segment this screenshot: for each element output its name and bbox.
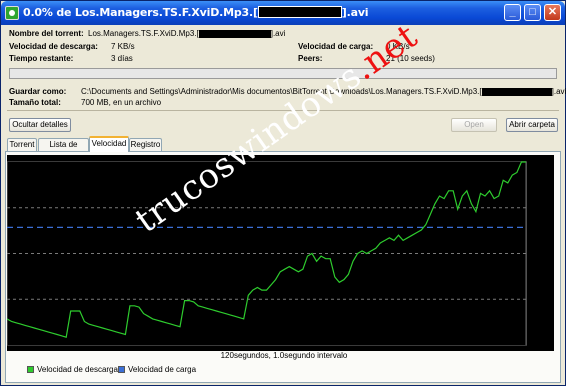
save-as-label: Guardar como:: [9, 87, 67, 96]
speed-chart: [7, 155, 554, 351]
download-progress-bar: [9, 68, 557, 79]
bittorrent-icon: [5, 6, 19, 20]
open-button[interactable]: Open: [451, 118, 497, 132]
speed-chart-svg: [7, 161, 527, 346]
hide-details-button[interactable]: Ocultar detalles: [9, 118, 71, 132]
torrent-name-label: Nombre del torrent:: [9, 29, 84, 38]
time-left-value: 3 días: [111, 54, 133, 63]
torrent-window: 0.0% de Los.Managers.TS.F.XviD.Mp3.[].av…: [0, 0, 566, 386]
tab-peer-list[interactable]: Lista de peers: [38, 138, 89, 161]
y-min-label: 0 KB/s: [529, 340, 550, 347]
chart-caption: 120segundos, 1.0segundo intervalo: [220, 351, 348, 360]
total-size-value: 700 MB, en un archivo: [81, 98, 162, 107]
download-swatch: [27, 366, 34, 373]
total-size-label: Tamaño total:: [9, 98, 61, 107]
legend-upload: Velocidad de carga: [118, 365, 196, 374]
torrent-name-value: Los.Managers.TS.F.XviD.Mp3.[].avi: [88, 29, 286, 38]
tab-speed[interactable]: Velocidad: [89, 136, 129, 152]
tab-torrent[interactable]: Torrent: [7, 138, 37, 151]
legend-download: Velocidad de descarga: [27, 365, 118, 374]
redacted-block: [257, 6, 342, 18]
close-button[interactable]: ✕: [544, 4, 561, 21]
window-title: 0.0% de Los.Managers.TS.F.XviD.Mp3.[].av…: [23, 6, 369, 19]
series-download-line: [7, 161, 526, 338]
upload-swatch: [118, 366, 125, 373]
minimize-button[interactable]: _: [504, 4, 521, 21]
title-bar[interactable]: 0.0% de Los.Managers.TS.F.XviD.Mp3.[].av…: [1, 1, 565, 25]
maximize-button[interactable]: □: [524, 4, 541, 21]
download-speed-label: Velocidad de descarga:: [9, 42, 98, 51]
y-max-label: 7 KB/s: [529, 161, 550, 168]
time-left-label: Tiempo restante:: [9, 54, 74, 63]
open-folder-button[interactable]: Abrir carpeta: [506, 118, 558, 132]
download-speed-value: 7 KB/s: [111, 42, 135, 51]
tab-log[interactable]: Registro: [129, 138, 162, 151]
peers-label: Peers:: [298, 54, 323, 63]
